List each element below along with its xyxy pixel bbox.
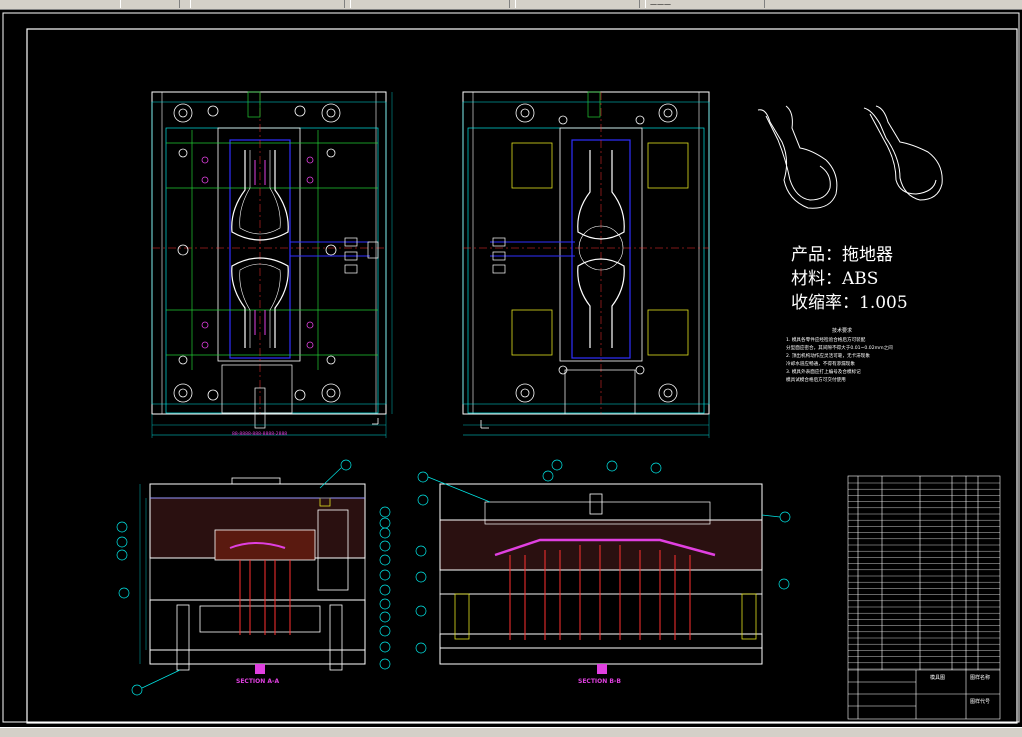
product-name-label: 产品：拖地器 <box>791 245 893 265</box>
tech-note-line: 1. 模具各零件应经检验合格后方可装配 <box>786 338 866 343</box>
tech-note-line: 2. 顶出机构动作应灵活可靠，无卡滞现象 <box>786 354 870 359</box>
title-block-drawing-code: 图样代号 <box>970 699 991 705</box>
outer-frame <box>2 12 1020 723</box>
section-a-a <box>139 477 366 674</box>
section-b-label: SECTION B-B <box>578 678 621 685</box>
title-block-drawing-type: 模具图 <box>930 675 946 681</box>
shrinkage-label: 收缩率：1.005 <box>791 293 908 313</box>
drawing-svg <box>2 12 1020 724</box>
section-a-label: SECTION A-A <box>236 678 280 685</box>
tech-note-line: 分型面应密合，其间隙不得大于0.01~0.02mm之间 <box>786 346 893 351</box>
title-block-drawing-name: 图样名称 <box>970 675 991 681</box>
plan-view-moving-half <box>151 91 393 438</box>
inner-frame <box>26 28 1018 724</box>
document-tab-5[interactable]: ——— <box>645 0 765 8</box>
tech-note-line: 3. 模具外表面应打上编号及合模标记 <box>786 370 861 375</box>
document-tab-1[interactable] <box>120 0 180 8</box>
cad-drawing-canvas[interactable]: 产品：拖地器 材料：ABS 收缩率：1.005 技术要求 1. 模具各零件应经检… <box>0 10 1022 726</box>
document-tab-4[interactable] <box>515 0 640 8</box>
tech-note-line: 冷却水道应畅通，不得有渗漏现象 <box>786 362 855 367</box>
dimension-text: 88-8888-888-8888-2888 <box>232 432 288 437</box>
parts-list <box>847 475 1001 720</box>
tech-notes-title: 技术要求 <box>832 328 853 334</box>
product-iso-views <box>757 105 943 209</box>
document-tab-3[interactable] <box>350 0 510 8</box>
material-label: 材料：ABS <box>791 269 879 289</box>
plan-view-fixed-half <box>462 91 710 438</box>
document-tab-bar: ——— <box>0 0 1022 10</box>
parts-list-rows <box>848 482 1000 670</box>
callouts-a <box>116 459 391 696</box>
document-tab-2[interactable] <box>190 0 345 8</box>
tech-note-line: 模具试模合格后方可交付使用 <box>786 378 846 383</box>
section-b-b <box>439 483 763 674</box>
